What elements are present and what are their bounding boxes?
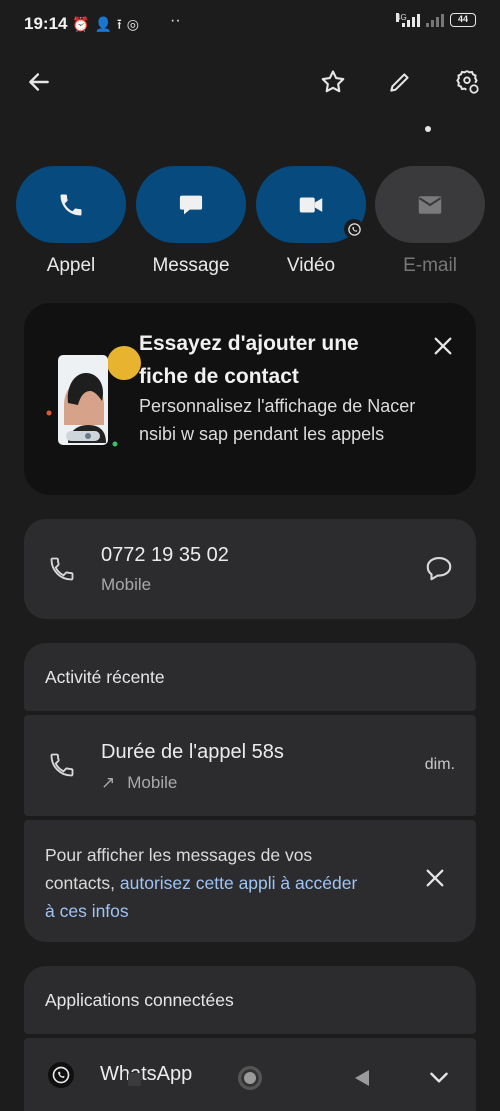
phone-number-card[interactable]: 0772 19 35 02 Mobile	[24, 519, 476, 619]
connected-apps-header: Applications connectées	[24, 966, 476, 1034]
alarm-icon: ⏰	[72, 16, 95, 32]
message-action[interactable]: Message	[136, 166, 246, 277]
phone-type: Mobile	[101, 575, 152, 594]
top-toolbar	[0, 58, 500, 108]
contact-poster-illustration	[46, 346, 141, 447]
promo-close-button[interactable]	[428, 331, 458, 361]
message-label: Message	[152, 255, 230, 276]
signal-icon: 4G	[396, 13, 420, 27]
email-button[interactable]	[375, 166, 485, 243]
outgoing-arrow-icon: ↗	[101, 773, 116, 792]
video-icon	[299, 197, 323, 212]
status-right: 4G 44	[396, 13, 476, 27]
contact-settings-button[interactable]	[449, 64, 485, 100]
more-dots-icon: ··	[170, 12, 181, 29]
instagram-icon: ◎	[126, 16, 144, 32]
call-duration: Durée de l'appel 58s	[101, 741, 284, 763]
connected-apps-title: Applications connectées	[45, 990, 234, 1010]
star-icon	[321, 70, 345, 93]
status-time: 19:14	[24, 14, 68, 33]
indicator-dot	[425, 126, 431, 132]
favorite-button[interactable]	[315, 64, 351, 100]
person-add-icon: 👤	[94, 16, 117, 32]
phone-icon	[50, 557, 74, 581]
recents-nav-button[interactable]	[128, 1073, 141, 1086]
notification-icons: ⏰👤⭱◎	[72, 14, 144, 38]
battery-icon: 44	[450, 13, 476, 27]
recent-call-item[interactable]: Durée de l'appel 58s ↗ Mobile dim.	[24, 715, 476, 816]
back-button[interactable]	[21, 64, 57, 100]
contact-settings-icon	[456, 70, 479, 94]
status-bar: 19:14 ⏰👤⭱◎ ·· 4G 44	[0, 0, 500, 48]
recent-activity-title: Activité récente	[45, 667, 165, 687]
permission-text: Pour afficher les messages de vos contac…	[45, 841, 365, 925]
phone-icon	[60, 194, 82, 215]
promo-title: Essayez d'ajouter une fiche de contact	[139, 332, 359, 388]
upload-icon: ⭱	[116, 16, 127, 32]
home-nav-button[interactable]	[238, 1066, 262, 1090]
whatsapp-badge-icon	[344, 219, 364, 239]
call-label: Appel	[46, 255, 96, 276]
close-icon	[434, 337, 452, 355]
send-sms-button[interactable]	[424, 553, 454, 588]
chat-bubble-icon	[179, 195, 203, 214]
chat-bubble-icon	[426, 556, 452, 581]
messages-permission-card: Pour afficher les messages de vos contac…	[24, 820, 476, 942]
phone-icon	[50, 753, 74, 777]
call-action[interactable]: Appel	[16, 166, 126, 277]
mail-icon	[418, 195, 442, 214]
edit-pencil-icon	[390, 73, 409, 92]
phone-number: 0772 19 35 02	[101, 544, 229, 566]
recent-activity-header: Activité récente	[24, 643, 476, 711]
video-action[interactable]: Vidéo	[256, 166, 366, 277]
call-type: Mobile	[127, 773, 178, 792]
call-type-row: ↗ Mobile	[101, 773, 177, 793]
quick-actions: Appel Message Vidéo E-mail	[16, 166, 485, 286]
contact-poster-promo: Essayez d'ajouter une fiche de contact P…	[24, 303, 476, 495]
email-label: E-mail	[403, 255, 457, 276]
back-arrow-icon	[29, 73, 49, 91]
video-button[interactable]	[256, 166, 366, 243]
promo-body: Personnalisez l'affichage de Nacer nsibi…	[139, 396, 416, 444]
edit-button[interactable]	[382, 64, 418, 100]
system-nav-bar	[0, 1058, 500, 1098]
message-button[interactable]	[136, 166, 246, 243]
permission-close-button[interactable]	[424, 867, 446, 894]
call-button[interactable]	[16, 166, 126, 243]
call-day: dim.	[424, 756, 455, 773]
video-label: Vidéo	[286, 255, 336, 276]
close-icon	[426, 869, 444, 887]
network-type: 4G	[396, 13, 407, 22]
back-nav-button[interactable]	[355, 1070, 369, 1086]
signal-2-icon	[426, 13, 444, 27]
email-action[interactable]: E-mail	[375, 166, 485, 277]
